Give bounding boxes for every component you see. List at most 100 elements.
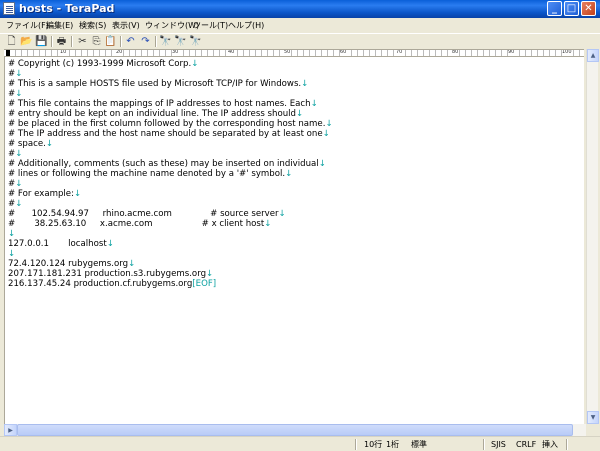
undo-icon[interactable]: ↶ <box>124 35 137 48</box>
minimize-button[interactable]: _ <box>547 1 562 16</box>
scrollbar-corner <box>586 424 598 436</box>
maximize-button[interactable]: □ <box>564 1 579 16</box>
menu-bar: ファイル(F) 編集(E) 検索(S) 表示(V) ウィンドウ(W) ツール(T… <box>0 18 600 33</box>
editor-line[interactable]: # For example:↓ <box>8 189 81 199</box>
ruler-cursor-marker <box>6 50 10 56</box>
scroll-down-button[interactable]: ▼ <box>587 411 599 424</box>
scroll-up-button[interactable]: ▲ <box>587 49 599 62</box>
newline-marker: ↓ <box>45 139 54 149</box>
title-bar[interactable]: hosts - TeraPad _ □ ✕ <box>0 0 600 18</box>
status-newline: CRLF <box>516 440 537 449</box>
newline-marker: ↓ <box>325 119 333 129</box>
newline-marker: ↓ <box>191 59 199 69</box>
editor-line[interactable]: 207.171.181.231 production.s3.rubygems.o… <box>8 269 213 279</box>
newline-marker: ↓ <box>301 79 309 89</box>
status-encoding: SJIS <box>491 440 506 449</box>
newline-marker: ↓ <box>310 99 318 109</box>
open-folder-icon[interactable]: 📂 <box>20 35 33 48</box>
editor-line[interactable]: # Additionally, comments (such as these)… <box>8 159 326 169</box>
find-prev-icon[interactable]: 🔭 <box>189 35 202 48</box>
close-button[interactable]: ✕ <box>581 1 596 16</box>
find-icon[interactable]: 🔭 <box>159 35 172 48</box>
cut-icon[interactable]: ✂ <box>76 35 89 48</box>
newline-marker: ↓ <box>318 159 326 169</box>
redo-icon[interactable]: ↷ <box>139 35 152 48</box>
status-bar: 10行 1桁 標準 SJIS CRLF 挿入 <box>0 436 600 451</box>
newline-marker: ↓ <box>15 179 23 189</box>
scroll-right-button[interactable]: ▶ <box>4 424 17 436</box>
text-editor[interactable]: # Copyright (c) 1993-1999 Microsoft Corp… <box>4 57 584 424</box>
paste-icon[interactable]: 📋 <box>104 35 117 48</box>
find-next-icon[interactable]: 🔭 <box>174 35 187 48</box>
editor-line[interactable]: # entry should be kept on an individual … <box>8 109 303 119</box>
status-insert-mode: 挿入 <box>542 440 558 449</box>
menu-tools[interactable]: ツール(T) <box>193 20 228 31</box>
editor-line[interactable]: # 38.25.63.10 x.acme.com # x client host… <box>8 219 271 229</box>
print-icon[interactable]: 🖶 <box>55 35 68 48</box>
editor-line[interactable]: #↓ <box>8 89 22 99</box>
newline-marker: ↓ <box>322 129 330 139</box>
editor-line[interactable]: # This file contains the mappings of IP … <box>8 99 318 109</box>
ruler-mark: 50 <box>284 49 291 56</box>
editor-line[interactable]: ↓ <box>8 249 15 259</box>
toolbar: 🗋 📂 💾 🖶 ✂ ⎘ 📋 ↶ ↷ 🔭 🔭 🔭 <box>0 33 600 49</box>
editor-line[interactable]: 216.137.45.24 production.cf.rubygems.org… <box>8 279 216 289</box>
editor-line[interactable]: #↓ <box>8 199 22 209</box>
ruler-mark: 20 <box>116 49 123 56</box>
newline-marker: ↓ <box>15 149 23 159</box>
editor-line[interactable]: #↓ <box>8 179 22 189</box>
status-divider <box>566 439 568 450</box>
editor-line[interactable]: # 102.54.94.97 rhino.acme.com # source s… <box>8 209 286 219</box>
editor-line[interactable]: # be placed in the first column followed… <box>8 119 333 129</box>
window-title: hosts - TeraPad <box>19 2 115 15</box>
menu-view[interactable]: 表示(V) <box>112 20 140 31</box>
new-file-icon[interactable]: 🗋 <box>5 35 18 48</box>
vertical-scrollbar[interactable]: ▲ ▼ <box>586 49 599 424</box>
status-column: 1桁 <box>386 440 400 449</box>
editor-line[interactable]: 127.0.0.1 localhost↓ <box>8 239 114 249</box>
ruler-mark: 60 <box>340 49 347 56</box>
editor-line[interactable]: # Copyright (c) 1993-1999 Microsoft Corp… <box>8 59 198 69</box>
editor-line[interactable]: 72.4.120.124 rubygems.org↓ <box>8 259 135 269</box>
menu-search[interactable]: 検索(S) <box>79 20 106 31</box>
editor-line[interactable]: # This is a sample HOSTS file used by Mi… <box>8 79 308 89</box>
ruler-mark: 100 <box>562 49 572 56</box>
newline-marker: ↓ <box>15 69 23 79</box>
newline-marker: ↓ <box>285 169 293 179</box>
newline-marker: ↓ <box>15 199 23 209</box>
newline-marker: ↓ <box>278 209 286 219</box>
copy-icon[interactable]: ⎘ <box>90 35 103 48</box>
editor-line[interactable]: # lines or following the machine name de… <box>8 169 292 179</box>
eof-marker: [EOF] <box>192 279 217 289</box>
ruler-mark: 30 <box>172 49 179 56</box>
newline-marker: ↓ <box>73 189 82 199</box>
editor-line[interactable]: # space.↓ <box>8 139 53 149</box>
menu-help[interactable]: ヘルプ(H) <box>228 20 264 31</box>
ruler-mark: 80 <box>452 49 459 56</box>
toolbar-separator <box>155 36 157 47</box>
horizontal-scroll-thumb[interactable] <box>17 424 573 436</box>
toolbar-separator <box>120 36 122 47</box>
editor-line[interactable]: #↓ <box>8 149 22 159</box>
menu-edit[interactable]: 編集(E) <box>46 20 73 31</box>
save-icon[interactable]: 💾 <box>35 35 48 48</box>
ruler-mark: 90 <box>508 49 515 56</box>
editor-line[interactable]: # The IP address and the host name shoul… <box>8 129 330 139</box>
newline-marker: ↓ <box>206 269 214 279</box>
status-divider <box>483 439 485 450</box>
status-divider <box>355 439 357 450</box>
terapad-app-icon[interactable] <box>3 2 15 15</box>
ruler-mark: 70 <box>396 49 403 56</box>
editor-line[interactable]: ↓ <box>8 229 15 239</box>
newline-marker: ↓ <box>8 249 16 259</box>
column-ruler: 10 20 30 40 50 60 70 80 90 100 <box>4 49 584 57</box>
ruler-mark: 10 <box>60 49 67 56</box>
newline-marker: ↓ <box>128 259 136 269</box>
newline-marker: ↓ <box>15 89 23 99</box>
horizontal-scrollbar[interactable]: ◀ ▶ <box>4 424 586 436</box>
menu-file[interactable]: ファイル(F) <box>6 20 49 31</box>
newline-marker: ↓ <box>8 229 16 239</box>
menu-window[interactable]: ウィンドウ(W) <box>145 20 199 31</box>
newline-marker: ↓ <box>264 219 272 229</box>
editor-line[interactable]: #↓ <box>8 69 22 79</box>
